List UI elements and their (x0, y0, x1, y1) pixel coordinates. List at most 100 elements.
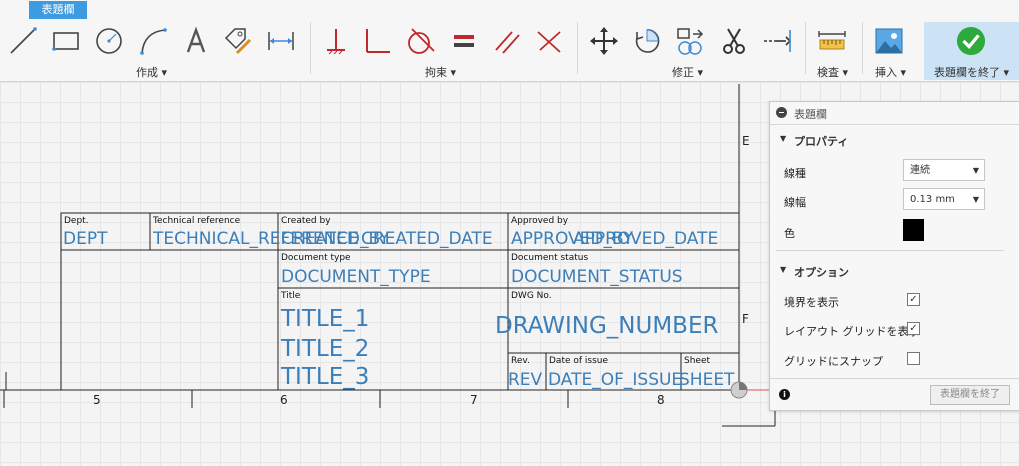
separator (862, 22, 863, 74)
move-icon (590, 27, 618, 55)
copy-icon (677, 28, 704, 55)
tangent-constraint-tool[interactable] (406, 25, 436, 57)
group-insert[interactable]: 挿入 ▾ (875, 64, 906, 80)
group-finish[interactable]: 表題欄を終了 ▾ (934, 64, 1009, 80)
group-constrain[interactable]: 拘束 ▾ (425, 64, 456, 80)
parallel-icon (495, 31, 520, 54)
perpendicular-constraint-tool[interactable] (363, 25, 393, 57)
attr-document-status[interactable]: DOCUMENT_STATUS (511, 267, 683, 287)
border-column-5: 5 (93, 393, 101, 407)
title-block-panel: 表題欄 ▼ プロパティ 線種 連続 ▼ 線幅 0.13 mm ▼ 色 ▼ オプシ… (769, 101, 1019, 411)
color-swatch[interactable] (903, 219, 924, 241)
attr-sheet[interactable]: SHEET (679, 370, 734, 390)
rectangle-icon (52, 32, 79, 51)
image-icon (875, 28, 903, 54)
line-weight-label: 線幅 (784, 196, 806, 209)
line-type-select[interactable]: 連続 ▼ (903, 159, 985, 181)
checkmark-icon (956, 26, 986, 56)
scissors-icon (723, 28, 745, 54)
circle-icon (96, 28, 122, 54)
line-icon (10, 27, 37, 54)
dimension-tool[interactable] (266, 25, 296, 57)
divider (770, 378, 1019, 379)
equal-icon (454, 35, 474, 47)
section-properties[interactable]: プロパティ (794, 133, 848, 149)
tangent-icon (408, 28, 435, 54)
label-document-status: Document status (511, 253, 589, 263)
attr-document-type[interactable]: DOCUMENT_TYPE (281, 267, 431, 287)
panel-header[interactable]: 表題欄 (770, 102, 1019, 125)
show-layout-grid-checkbox[interactable]: ✓ (907, 322, 920, 335)
text-icon (186, 26, 206, 53)
show-border-label: 境界を表示 (784, 296, 839, 309)
attr-title-3[interactable]: TITLE_3 (281, 364, 369, 390)
group-inspect[interactable]: 検査 ▾ (817, 64, 848, 80)
section-options[interactable]: オプション (794, 264, 849, 280)
group-create[interactable]: 作成 ▾ (136, 64, 167, 80)
chevron-down-icon: ▼ (972, 166, 979, 175)
label-created-by: Created by (281, 216, 331, 226)
label-dept: Dept. (64, 216, 89, 226)
attr-title-1[interactable]: TITLE_1 (281, 306, 369, 332)
label-technical-reference: Technical reference (153, 216, 241, 226)
line-tool[interactable] (8, 25, 38, 57)
attr-date-of-issue[interactable]: DATE_OF_ISSUE (548, 370, 682, 390)
group-modify[interactable]: 修正 ▾ (672, 64, 703, 80)
line-type-value: 連続 (910, 165, 930, 176)
separator (577, 22, 578, 74)
attr-rev[interactable]: REV (508, 370, 542, 390)
snap-to-grid-checkbox[interactable] (907, 352, 920, 365)
arc-icon (140, 28, 167, 55)
finish-tool[interactable] (955, 25, 987, 57)
section-expand-icon[interactable]: ▼ (780, 134, 786, 143)
copy-tool[interactable] (675, 25, 705, 57)
tab-title-block[interactable]: 表題欄 (29, 1, 87, 19)
line-weight-select[interactable]: 0.13 mm ▼ (903, 188, 985, 210)
attribute-tool[interactable] (223, 25, 253, 57)
parallel-constraint-tool[interactable] (492, 25, 522, 57)
attr-created-date[interactable]: CREATED_DATE (361, 229, 493, 249)
border-column-6: 6 (280, 393, 288, 407)
insert-image-tool[interactable] (874, 25, 904, 57)
trim-tool[interactable] (719, 25, 749, 57)
tag-edit-icon (224, 28, 252, 55)
rectangle-tool[interactable] (51, 25, 81, 57)
section-expand-icon[interactable]: ▼ (780, 265, 786, 274)
angle-constraint-tool[interactable] (534, 25, 564, 57)
label-date-of-issue: Date of issue (549, 356, 609, 366)
ruler-icon (818, 31, 846, 50)
arc-tool[interactable] (138, 25, 168, 57)
line-type-label: 線種 (784, 167, 806, 180)
equal-constraint-tool[interactable] (449, 25, 479, 57)
label-dwg-no: DWG No. (511, 291, 552, 301)
label-title: Title (281, 291, 301, 301)
separator (310, 22, 311, 74)
text-tool[interactable] (181, 25, 211, 57)
label-rev: Rev. (511, 356, 530, 366)
label-approved-by: Approved by (511, 216, 569, 226)
circle-tool[interactable] (94, 25, 124, 57)
attr-drawing-number[interactable]: DRAWING_NUMBER (495, 313, 718, 339)
label-document-type: Document type (281, 253, 351, 263)
line-weight-value: 0.13 mm (910, 194, 955, 205)
attr-dept[interactable]: DEPT (63, 229, 107, 249)
show-border-checkbox[interactable]: ✓ (907, 293, 920, 306)
rotate-tool[interactable] (632, 25, 662, 57)
rotate-icon (635, 29, 660, 53)
fix-constraint-tool[interactable] (321, 25, 351, 57)
move-tool[interactable] (589, 25, 619, 57)
attr-approved-date[interactable]: APPROVED_DATE (573, 229, 718, 249)
chevron-down-icon: ▼ (972, 195, 979, 204)
attr-title-2[interactable]: TITLE_2 (281, 336, 369, 362)
finish-title-block-button[interactable]: 表題欄を終了 (930, 385, 1010, 405)
toolbar-ribbon: 表題欄 作成 ▾ 拘束 ▾ 修正 ▾ 検査 ▾ 挿入 ▾ 表題欄を終了 ▾ (0, 0, 1019, 82)
measure-tool[interactable] (817, 25, 847, 57)
info-icon[interactable]: i (779, 389, 790, 400)
color-label: 色 (784, 227, 795, 240)
collapse-icon[interactable] (776, 107, 787, 118)
border-row-e: E (742, 134, 750, 148)
extend-tool[interactable] (762, 25, 792, 57)
dimension-icon (268, 32, 294, 50)
show-layout-grid-label: レイアウト グリッドを表示 (784, 325, 920, 338)
border-column-8: 8 (657, 393, 665, 407)
